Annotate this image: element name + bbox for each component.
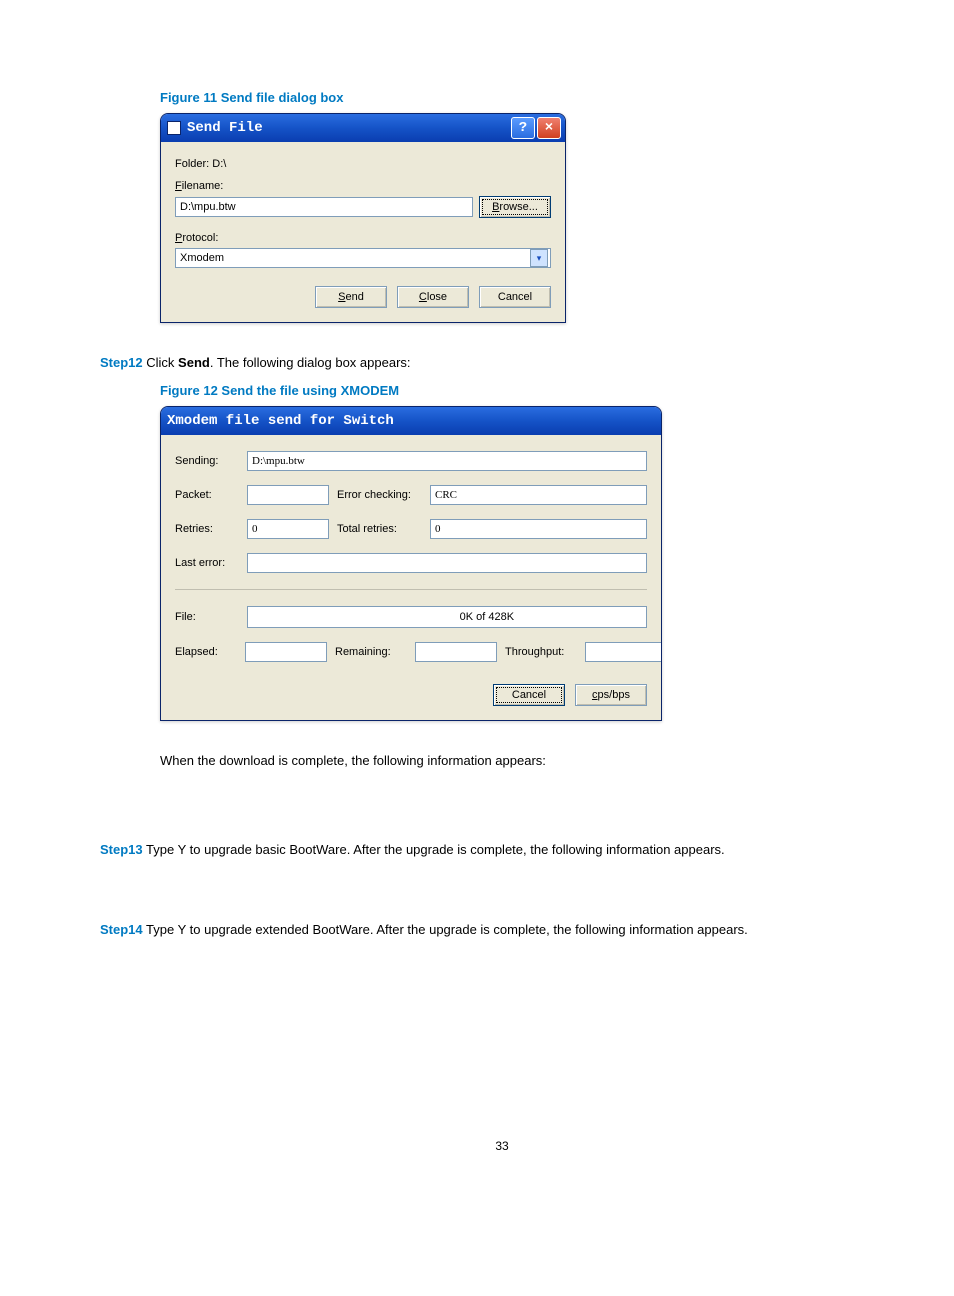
remaining-value bbox=[415, 642, 497, 662]
elapsed-value bbox=[245, 642, 327, 662]
throughput-value bbox=[585, 642, 662, 662]
totretries-value: 0 bbox=[430, 519, 647, 539]
throughput-label: Throughput: bbox=[505, 646, 577, 658]
protocol-label: Protocol: bbox=[175, 232, 551, 244]
lasterror-label: Last error: bbox=[175, 557, 237, 569]
figure12-caption: Figure 12 Send the file using XMODEM bbox=[160, 383, 904, 398]
xmodem-cancel-button[interactable]: Cancel bbox=[493, 684, 565, 706]
remaining-label: Remaining: bbox=[335, 646, 407, 658]
cpsbps-button[interactable]: cps/bps bbox=[575, 684, 647, 706]
sending-value: D:\mpu.btw bbox=[247, 451, 647, 471]
step13-label: Step13 bbox=[100, 842, 143, 857]
xmodem-title: Xmodem file send for Switch bbox=[167, 413, 394, 429]
xmodem-dialog: Xmodem file send for Switch Sending: D:\… bbox=[160, 406, 662, 721]
close-icon[interactable]: × bbox=[537, 117, 561, 139]
elapsed-label: Elapsed: bbox=[175, 646, 237, 658]
send-file-title: Send File bbox=[187, 120, 263, 136]
errchk-value: CRC bbox=[430, 485, 647, 505]
packet-value bbox=[247, 485, 329, 505]
folder-label: Folder: D:\ bbox=[175, 158, 551, 170]
system-menu-icon bbox=[167, 121, 181, 135]
send-file-dialog: Send File ? × Folder: D:\ Filename: Brow… bbox=[160, 113, 566, 323]
protocol-select[interactable]: Xmodem ▾ bbox=[175, 248, 551, 268]
file-progressbar: 0K of 428K bbox=[247, 606, 647, 628]
send-file-titlebar: Send File ? × bbox=[161, 114, 565, 142]
protocol-value: Xmodem bbox=[180, 252, 224, 264]
file-progress-text: 0K of 428K bbox=[460, 611, 514, 623]
close-button[interactable]: Close bbox=[397, 286, 469, 308]
cancel-button[interactable]: Cancel bbox=[479, 286, 551, 308]
step12-text: Click Send. The following dialog box app… bbox=[146, 355, 410, 370]
packet-label: Packet: bbox=[175, 489, 237, 501]
step13-text: Type Y to upgrade basic BootWare. After … bbox=[146, 842, 725, 857]
send-button[interactable]: Send bbox=[315, 286, 387, 308]
retries-label: Retries: bbox=[175, 523, 237, 535]
figure11-caption: Figure 11 Send file dialog box bbox=[160, 90, 904, 105]
page-number: 33 bbox=[100, 1139, 904, 1153]
chevron-down-icon: ▾ bbox=[530, 249, 548, 267]
after-figure12-text: When the download is complete, the follo… bbox=[160, 751, 904, 771]
lasterror-value bbox=[247, 553, 647, 573]
file-label: File: bbox=[175, 611, 237, 623]
filename-input[interactable] bbox=[175, 197, 473, 217]
step14-text: Type Y to upgrade extended BootWare. Aft… bbox=[146, 922, 748, 937]
totretries-label: Total retries: bbox=[337, 523, 422, 535]
retries-value: 0 bbox=[247, 519, 329, 539]
browse-button[interactable]: Browse... bbox=[479, 196, 551, 218]
filename-label: Filename: bbox=[175, 180, 551, 192]
errchk-label: Error checking: bbox=[337, 489, 422, 501]
xmodem-titlebar: Xmodem file send for Switch bbox=[161, 407, 661, 435]
step12-label: Step12 bbox=[100, 355, 143, 370]
help-button[interactable]: ? bbox=[511, 117, 535, 139]
step14-label: Step14 bbox=[100, 922, 143, 937]
sending-label: Sending: bbox=[175, 455, 237, 467]
